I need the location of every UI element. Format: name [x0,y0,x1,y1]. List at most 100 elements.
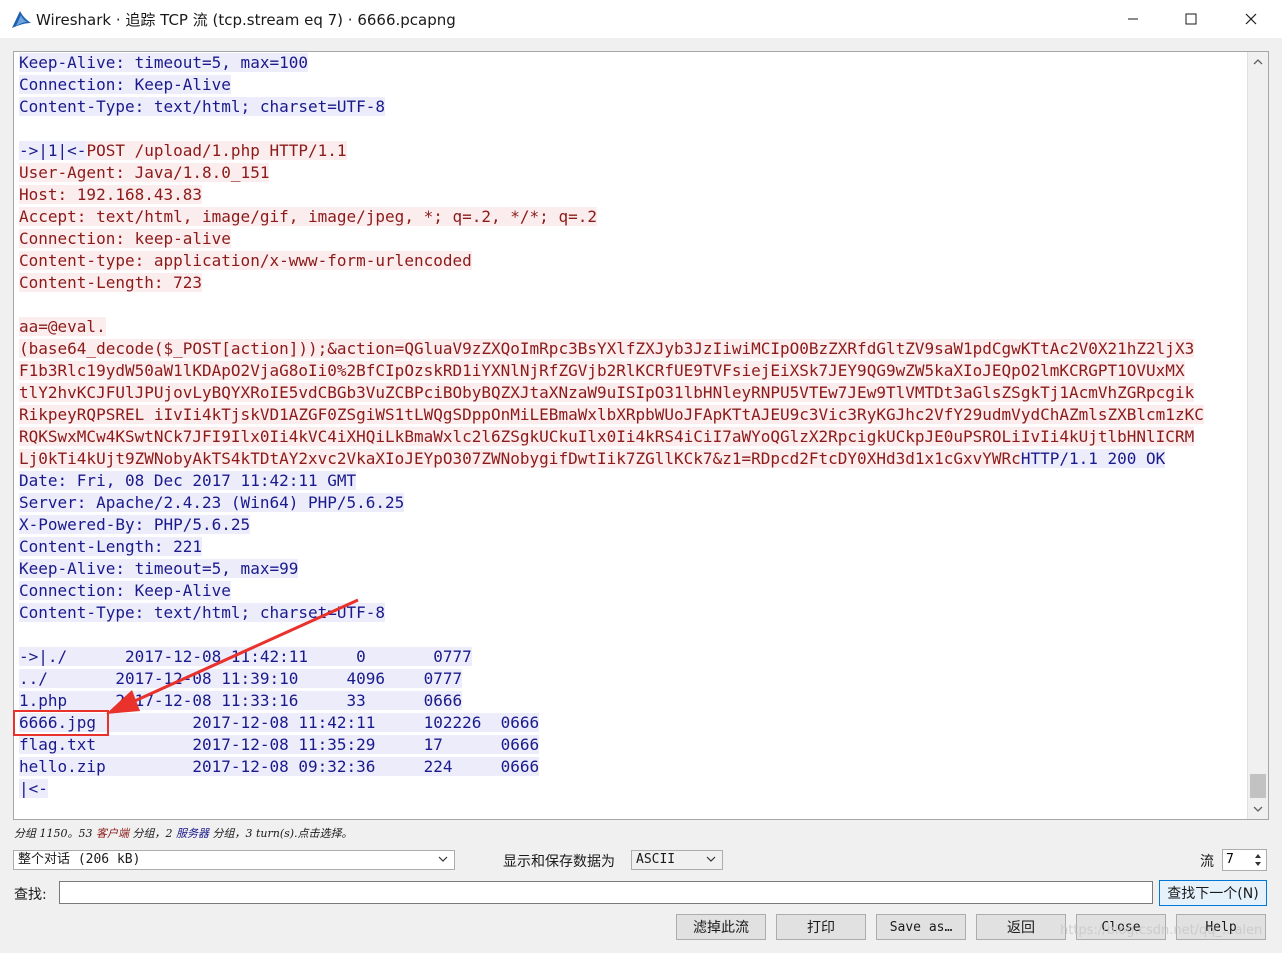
window-title: Wireshark · 追踪 TCP 流 (tcp.stream eq 7) ·… [36,11,456,29]
title-bar: Wireshark · 追踪 TCP 流 (tcp.stream eq 7) ·… [0,0,1282,38]
wireshark-fin-icon [12,11,31,28]
server-segment: ../ 2017-12-08 11:39:10 4096 0777 [19,669,463,688]
stream-line [19,294,1245,316]
filter-out-stream-button[interactable]: 滤掉此流 [676,914,766,940]
server-segment: Connection: Keep-Alive [19,75,231,94]
maximize-icon [1185,13,1197,25]
vertical-scrollbar[interactable] [1247,52,1268,819]
server-segment: Content-Type: text/html; charset=UTF-8 [19,603,386,622]
stream-line: Server: Apache/2.4.23 (Win64) PHP/5.6.25 [19,492,1245,514]
client-segment: RikpeyRQPSREL iIvIi4kTjskVD1AZGF0ZSgiWS1… [19,405,1204,424]
scroll-down-arrow-icon [1253,806,1263,812]
minimize-button[interactable] [1110,0,1156,38]
server-segment: ->|1|<- [19,141,87,160]
server-segment: HTTP/1.1 200 OK [1020,449,1166,468]
stream-line [19,118,1245,140]
server-segment: Content-Length: 221 [19,537,203,556]
client-segment: Connection: keep-alive [19,229,231,248]
server-segment: Keep-Alive: timeout=5, max=100 [19,53,308,72]
stream-line: Connection: keep-alive [19,228,1245,250]
spin-arrows-icon[interactable] [1251,851,1265,869]
server-segment: hello.zip 2017-12-08 09:32:36 224 0666 [19,757,540,776]
client-segment: Lj0kTi4kUjt9ZWNobyAkTS4kTDtAY2xvc2VkaXIo… [19,449,1021,468]
print-button[interactable]: 打印 [776,914,866,940]
stream-line: Connection: Keep-Alive [19,74,1245,96]
save-as-button[interactable]: Save as… [876,914,966,940]
stream-line: |<- [19,778,1245,800]
stream-line: Content-Type: text/html; charset=UTF-8 [19,602,1245,624]
close-icon [1245,13,1257,25]
stream-line [19,624,1245,646]
find-next-button[interactable]: 查找下一个(N) [1159,880,1267,906]
scroll-up-button[interactable] [1248,52,1268,72]
stream-line: User-Agent: Java/1.8.0_151 [19,162,1245,184]
close-window-button[interactable] [1228,0,1274,38]
stream-line: Content-Length: 221 [19,536,1245,558]
annotation-highlight-box [13,710,109,736]
stream-number-spinbox[interactable]: 7 [1222,849,1267,871]
server-segment: Date: Fri, 08 Dec 2017 11:42:11 GMT [19,471,357,490]
server-segment: flag.txt 2017-12-08 11:35:29 17 0666 [19,735,540,754]
server-segment: |<- [19,779,48,798]
stream-line: Connection: Keep-Alive [19,580,1245,602]
server-segment: X-Powered-By: PHP/5.6.25 [19,515,251,534]
stream-line: Content-Type: text/html; charset=UTF-8 [19,96,1245,118]
client-segment: aa=@eval. [19,317,106,336]
client-segment: (base64_decode($_POST[action]));&action=… [19,339,1195,358]
stream-line: X-Powered-By: PHP/5.6.25 [19,514,1245,536]
server-label: 服务器 [175,827,209,840]
stream-line: flag.txt 2017-12-08 11:35:29 17 0666 [19,734,1245,756]
chevron-down-icon [438,856,448,862]
server-segment: Keep-Alive: timeout=5, max=99 [19,559,299,578]
stream-line: 6666.jpg 2017-12-08 11:42:11 102226 0666 [19,712,1245,734]
data-format-select[interactable]: ASCII [631,850,723,870]
find-label: 查找: [14,887,47,903]
watermark-text: https://blog.csdn.net/qq_...alen [1060,923,1263,938]
server-segment: ->|./ 2017-12-08 11:42:11 0 0777 [19,647,472,666]
scroll-down-button[interactable] [1248,799,1268,819]
conversation-select[interactable]: 整个对话 (206 kB) [13,850,455,870]
client-segment: Host: 192.168.43.83 [19,185,203,204]
stream-line: F1b3Rlc19ydW50aW1lKDApO2VjaG8oIi0%2BfCIp… [19,360,1245,382]
stream-line: hello.zip 2017-12-08 09:32:36 224 0666 [19,756,1245,778]
scrollbar-thumb[interactable] [1250,774,1266,798]
minimize-icon [1128,18,1138,20]
stream-line: aa=@eval. [19,316,1245,338]
stream-line: Content-type: application/x-www-form-url… [19,250,1245,272]
stream-line: ->|./ 2017-12-08 11:42:11 0 0777 [19,646,1245,668]
stream-line: (base64_decode($_POST[action]));&action=… [19,338,1245,360]
show-data-as-label: 显示和保存数据为 [503,854,615,870]
stream-line: ../ 2017-12-08 11:39:10 4096 0777 [19,668,1245,690]
maximize-button[interactable] [1168,0,1214,38]
chevron-down-icon [706,856,716,862]
stream-line: Content-Length: 723 [19,272,1245,294]
stream-line: Accept: text/html, image/gif, image/jpeg… [19,206,1245,228]
stream-content: Keep-Alive: timeout=5, max=100 Connection… [19,52,1245,819]
packet-summary-status: 分组 1150。53 客户端 分组，2 服务器 分组，3 turn(s).点击选… [14,827,353,840]
client-segment: RQKSwxMCw4KSwtNCk7JFI9Ilx0Ii4kVC4iXHQiLk… [19,427,1195,446]
client-label: 客户端 [95,827,129,840]
client-segment: F1b3Rlc19ydW50aW1lKDApO2VjaG8oIi0%2BfCIp… [19,361,1185,380]
stream-label: 流 [1200,854,1214,870]
server-segment: 1.php 2017-12-08 11:33:16 33 0666 [19,691,463,710]
stream-line: 1.php 2017-12-08 11:33:16 33 0666 [19,690,1245,712]
client-segment: Content-type: application/x-www-form-url… [19,251,472,270]
stream-line: Lj0kTi4kUjt9ZWNobyAkTS4kTDtAY2xvc2VkaXIo… [19,448,1245,470]
server-segment: Connection: Keep-Alive [19,581,231,600]
client-segment: POST /upload/1.php HTTP/1.1 [86,141,347,160]
client-segment: User-Agent: Java/1.8.0_151 [19,163,270,182]
stream-text-pane[interactable]: Keep-Alive: timeout=5, max=100 Connection… [13,51,1269,820]
scroll-up-arrow-icon [1253,59,1263,65]
server-segment: Content-Type: text/html; charset=UTF-8 [19,97,386,116]
stream-line: tlY2hvKCJFUlJPUjovLyBQYXRoIE5vdCBGb3VuZC… [19,382,1245,404]
client-segment: Accept: text/html, image/gif, image/jpeg… [19,207,597,226]
stream-line: ->|1|<-POST /upload/1.php HTTP/1.1 [19,140,1245,162]
client-segment: tlY2hvKCJFUlJPUjovLyBQYXRoIE5vdCBGb3VuZC… [19,383,1195,402]
client-segment: Content-Length: 723 [19,273,203,292]
back-button[interactable]: 返回 [976,914,1066,940]
stream-line: RikpeyRQPSREL iIvIi4kTjskVD1AZGF0ZSgiWS1… [19,404,1245,426]
stream-line: Keep-Alive: timeout=5, max=99 [19,558,1245,580]
server-segment: Server: Apache/2.4.23 (Win64) PHP/5.6.25 [19,493,405,512]
stream-line: Host: 192.168.43.83 [19,184,1245,206]
find-input[interactable] [59,881,1153,904]
